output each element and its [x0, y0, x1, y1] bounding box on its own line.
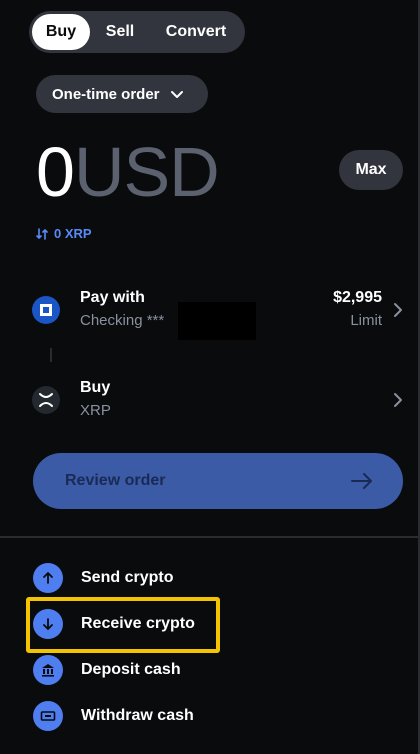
redaction-box — [178, 302, 256, 340]
trade-panel: Buy Sell Convert One-time order 0USD Max… — [0, 0, 420, 754]
limit-value: $2,995 — [333, 289, 382, 306]
deposit-cash-action[interactable]: Deposit cash — [33, 654, 181, 686]
amount-currency: USD — [73, 133, 220, 211]
amount-input[interactable]: 0USD — [36, 133, 220, 211]
review-order-label: Review order — [65, 472, 166, 489]
chase-bank-icon — [32, 296, 60, 324]
section-divider — [0, 536, 418, 538]
arrow-right-icon — [351, 473, 372, 489]
amount-value: 0 — [36, 133, 75, 211]
xrp-icon — [32, 386, 60, 414]
limit-label: Limit — [350, 312, 382, 329]
chevron-down-icon — [170, 91, 183, 98]
arrow-up-icon — [33, 563, 63, 593]
review-order-button[interactable]: Review order — [33, 453, 403, 509]
bank-icon — [33, 655, 63, 685]
buy-asset-row[interactable]: Buy XRP — [32, 372, 404, 428]
chevron-right-icon — [394, 393, 402, 407]
swap-icon — [36, 227, 48, 240]
order-type-dropdown[interactable]: One-time order — [36, 75, 208, 113]
buy-asset: XRP — [80, 402, 111, 419]
chevron-right-icon — [394, 303, 402, 317]
highlight-box — [26, 597, 220, 653]
tab-convert[interactable]: Convert — [150, 14, 242, 50]
withdraw-cash-label: Withdraw cash — [81, 707, 194, 724]
row-connector — [50, 348, 52, 362]
tab-buy[interactable]: Buy — [32, 14, 90, 50]
send-crypto-label: Send crypto — [81, 569, 174, 586]
conversion-toggle[interactable]: 0 XRP — [36, 226, 92, 241]
cash-icon — [33, 701, 63, 731]
tab-sell[interactable]: Sell — [90, 14, 150, 50]
withdraw-cash-action[interactable]: Withdraw cash — [33, 700, 194, 732]
trade-mode-tabs: Buy Sell Convert — [29, 11, 245, 53]
send-crypto-action[interactable]: Send crypto — [33, 562, 173, 594]
deposit-cash-label: Deposit cash — [81, 661, 181, 678]
buy-title: Buy — [80, 379, 111, 396]
order-type-label: One-time order — [52, 85, 160, 103]
max-button[interactable]: Max — [339, 150, 403, 190]
conversion-text: 0 XRP — [54, 226, 92, 241]
